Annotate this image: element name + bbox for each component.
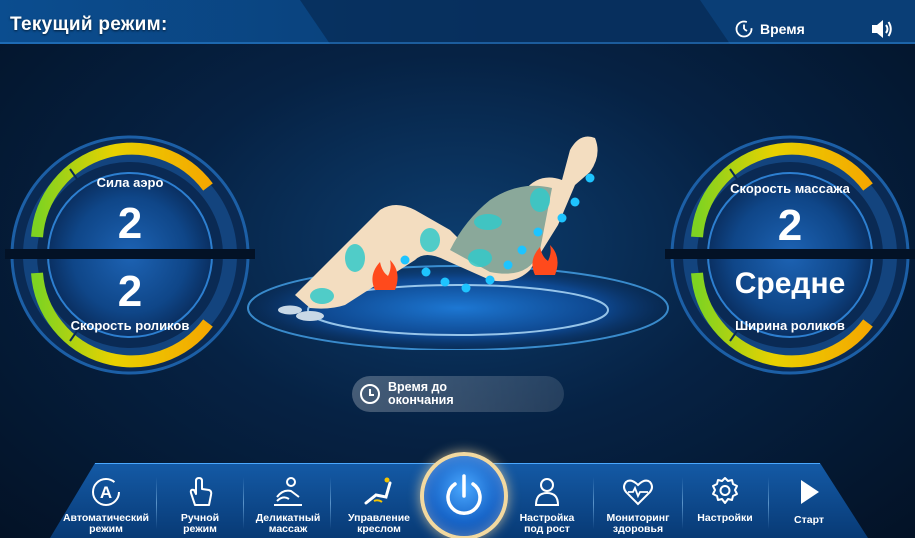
- roller-speed-value: 2: [117, 267, 143, 316]
- right-gauge-graphic: [665, 135, 915, 375]
- roller-width-value: Средне: [734, 267, 846, 300]
- nav-divider: [243, 477, 244, 529]
- clock-icon: [360, 384, 380, 404]
- chair-control-icon: [364, 477, 392, 505]
- nav-divider: [330, 477, 331, 529]
- nav-label: креслом: [357, 523, 401, 535]
- roller-speed-label: Скорость роликов: [70, 318, 190, 333]
- air-strength-label: Сила аэро: [96, 175, 164, 190]
- remaining-time-panel: Время до окончания: [352, 376, 564, 412]
- massage-speed-value: 2: [777, 201, 803, 250]
- nav-label: под рост: [524, 523, 570, 535]
- nav-divider: [593, 477, 594, 529]
- roller-width-label: Ширина роликов: [735, 318, 845, 333]
- massage-figure-illustration: [247, 136, 669, 350]
- power-button[interactable]: [420, 452, 508, 538]
- time-button[interactable]: Время: [734, 18, 805, 40]
- hand-icon: [189, 477, 213, 506]
- svg-text:A: A: [100, 483, 112, 502]
- nav-label: режим: [183, 523, 217, 535]
- gear-icon: [712, 477, 738, 504]
- left-gauge: Сила аэро 2 2 Скорость роликов: [5, 125, 255, 385]
- air-strength-value: 2: [117, 199, 143, 248]
- app-screen: Текущий режим: Время Сила аэро 2 2 Скоро…: [0, 0, 915, 538]
- massage-icon: [274, 477, 302, 506]
- play-icon: [801, 480, 819, 504]
- time-label: Время: [760, 21, 805, 37]
- left-gauge-graphic: [5, 135, 255, 375]
- nav-label: Старт: [794, 514, 824, 526]
- nav-divider: [682, 477, 683, 529]
- nav-label: здоровья: [612, 523, 664, 535]
- auto-mode-icon: A: [92, 478, 120, 506]
- nav-label: режим: [89, 523, 123, 535]
- nav-settings[interactable]: Настройки: [684, 463, 766, 538]
- volume-icon[interactable]: [870, 18, 894, 40]
- nav-divider: [156, 477, 157, 529]
- nav-health-monitoring[interactable]: Мониторинг здоровья: [595, 463, 681, 538]
- nav-label: массаж: [268, 523, 308, 535]
- power-icon: [446, 474, 482, 515]
- nav-manual-mode[interactable]: Ручной режим: [160, 463, 240, 538]
- heart-icon: [623, 479, 653, 506]
- nav-start[interactable]: Старт: [770, 463, 848, 538]
- page-title: Текущий режим:: [10, 14, 168, 35]
- remaining-time-line2: окончания: [388, 393, 454, 407]
- right-gauge: Скорость массажа 2 Средне Ширина роликов: [665, 125, 915, 385]
- massage-speed-label: Скорость массажа: [730, 181, 850, 196]
- nav-gentle-massage[interactable]: Деликатный массаж: [246, 463, 330, 538]
- nav-auto-mode[interactable]: A Автоматический режим: [56, 463, 156, 538]
- timer-icon: [735, 20, 753, 38]
- nav-height-adjust[interactable]: Настройка под рост: [505, 463, 589, 538]
- nav-chair-control[interactable]: Управление креслом: [334, 463, 424, 538]
- nav-label: Настройки: [697, 512, 753, 524]
- person-icon: [534, 478, 560, 506]
- nav-divider: [768, 477, 769, 529]
